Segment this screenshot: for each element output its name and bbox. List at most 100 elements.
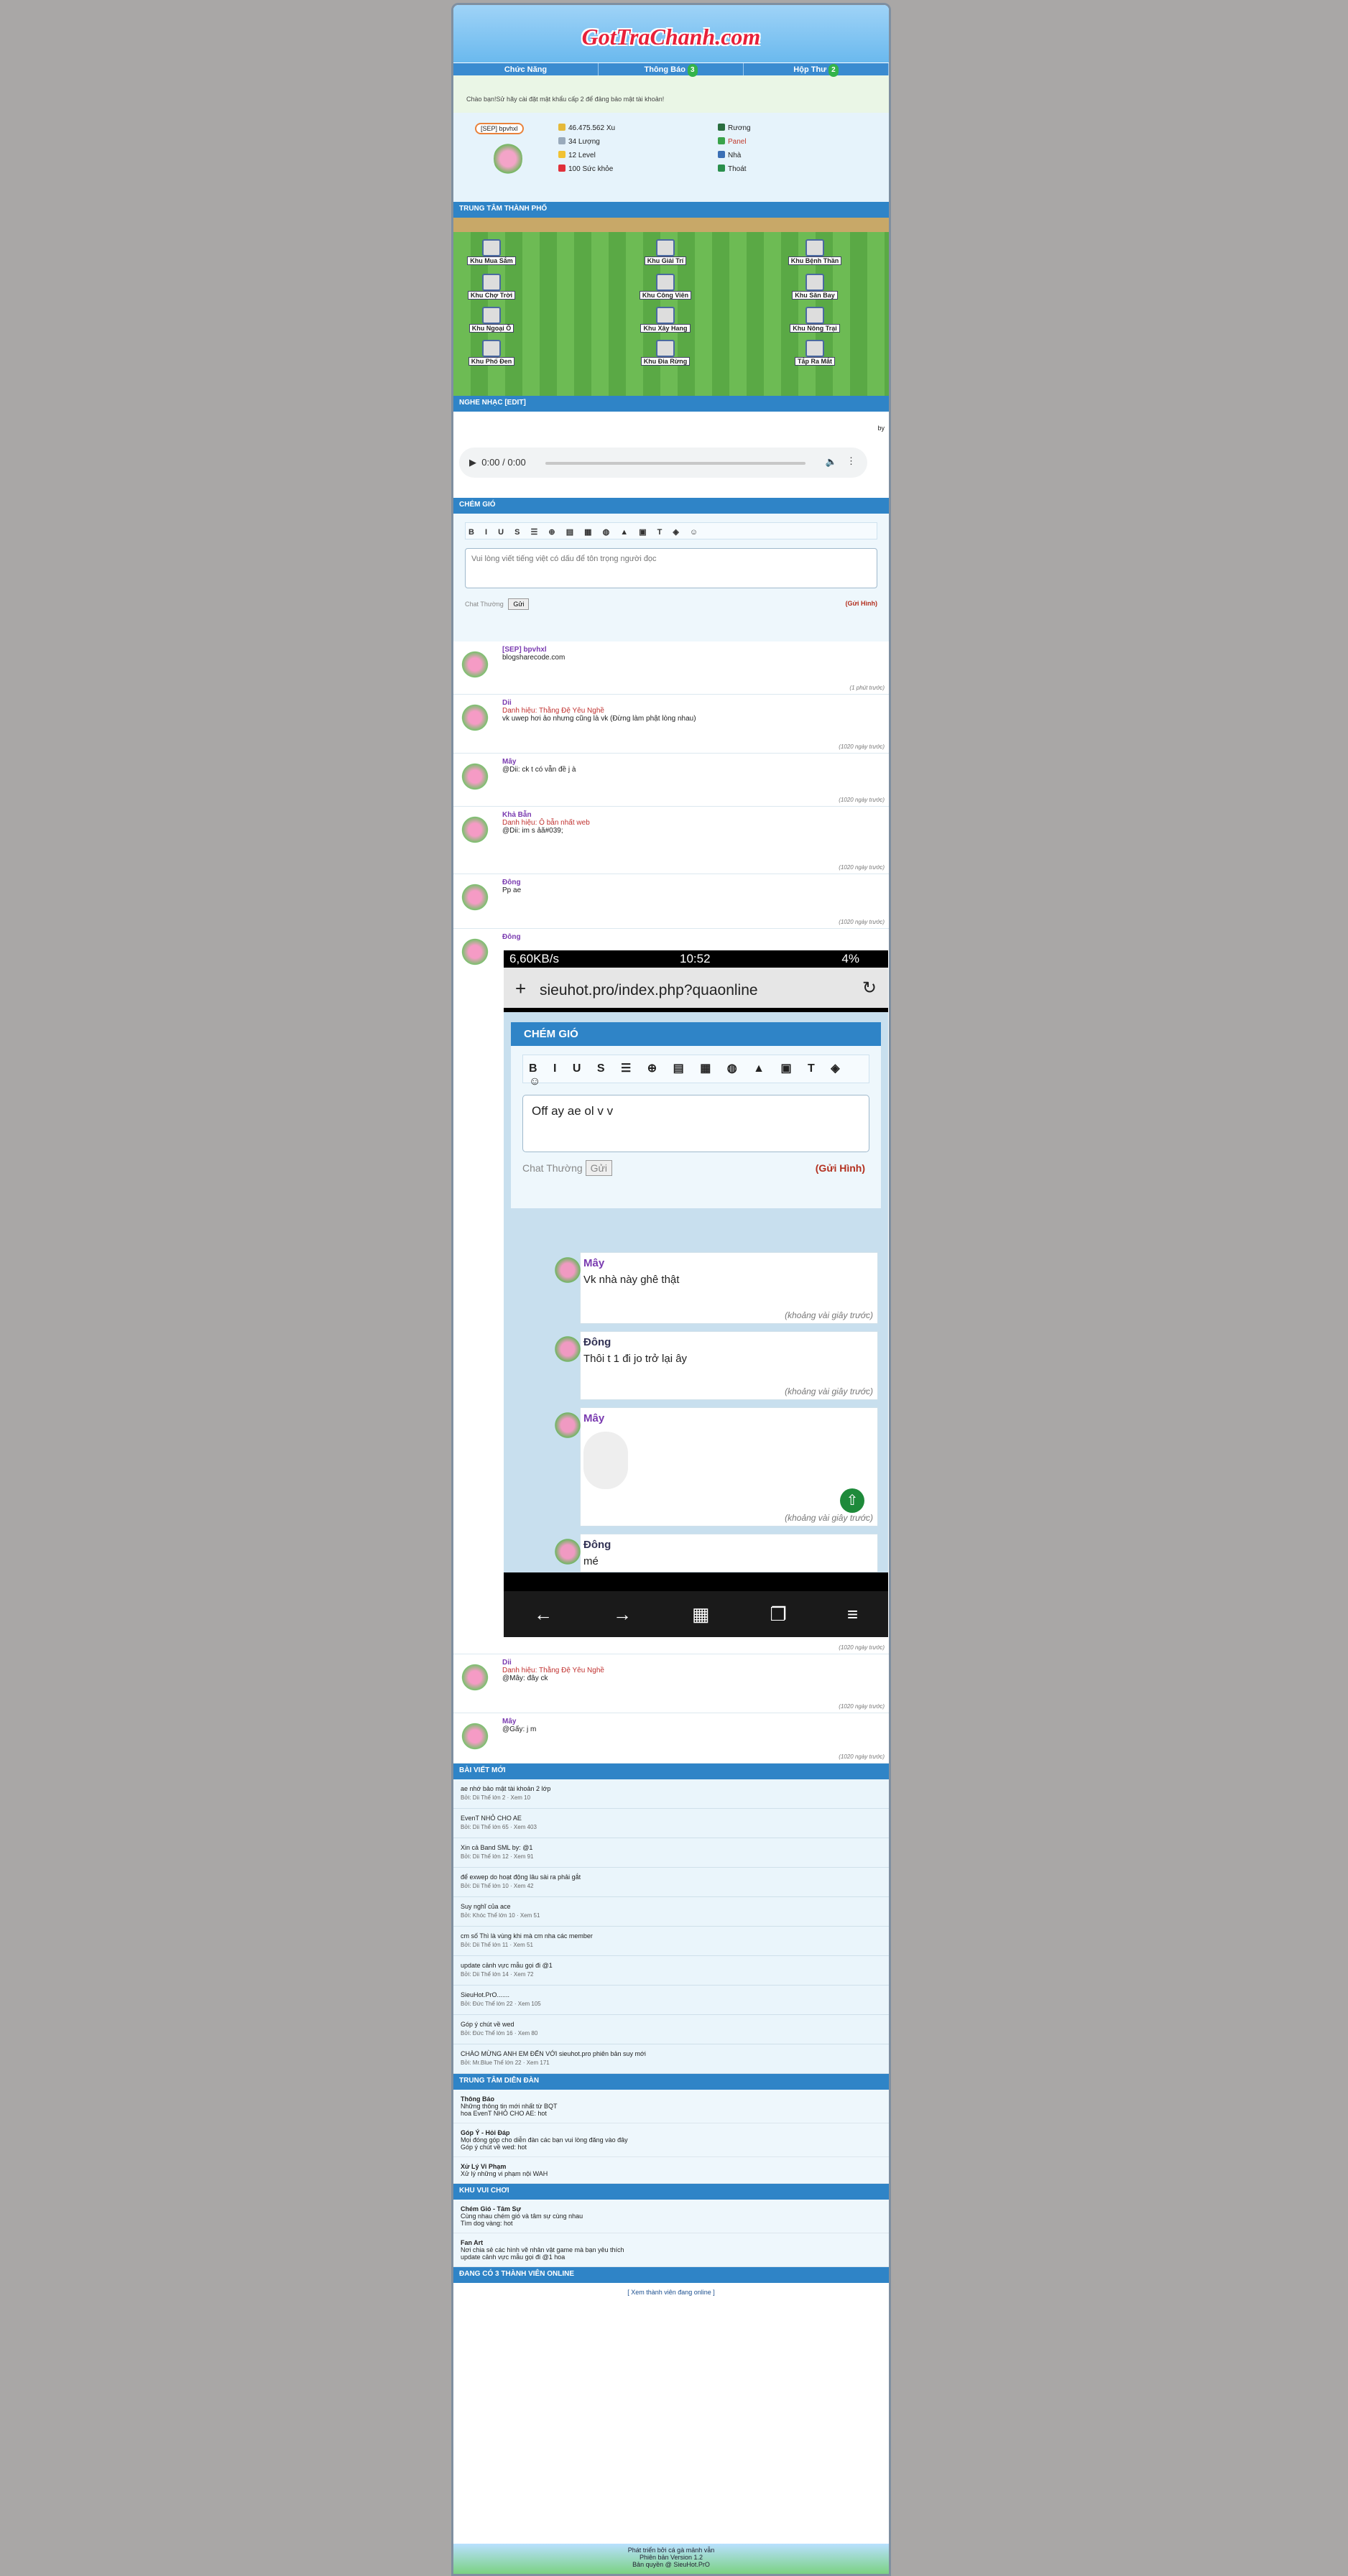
post-item[interactable]: Góp ý chút về wed Bởi: Đức Thể lớn 16 · X… (453, 2015, 889, 2044)
message-text: vk uwep hơi ảo nhưng cũng là vk (Đừng là… (502, 715, 696, 723)
forum-row[interactable]: Góp Ý - Hỏi Đáp Mọi đóng góp cho diễn đàn… (453, 2123, 889, 2157)
city-map: Khu Mua Sắm Khu Giải Trí Khu Bệnh Thần K… (453, 218, 889, 396)
building-hospital[interactable]: Khu Bệnh Thần (784, 239, 846, 265)
avatar[interactable] (461, 1720, 489, 1752)
security-notice[interactable]: Chào bạn!Sử hãy cài đặt mật khẩu cấp 2 đ… (453, 75, 889, 113)
message-text: @Dii: im s ảã#039; (502, 827, 563, 835)
chat-message: Mây @Dii: ck t có vẫn đề j à (1020 ngày tr… (453, 754, 889, 807)
play-icon[interactable]: ▶ (469, 457, 476, 468)
more-icon[interactable]: ⋮ (846, 455, 856, 467)
phone-battery: 4% (841, 952, 859, 965)
forum-row[interactable]: Thông Báo Những thông tin mới nhất từ BQT… (453, 2090, 889, 2123)
online-members-link[interactable]: [ Xem thành viên đang online ] (453, 2283, 889, 2302)
building-suburb[interactable]: Khu Ngoại Ô (461, 307, 522, 333)
phone-chat-message: Mây Vk nhà này ghê thật (khoảng vài giây t… (555, 1252, 878, 1324)
building-entertainment[interactable]: Khu Giải Trí (634, 239, 696, 265)
city-section-header: TRUNG TÂM THÀNH PHỐ (453, 202, 889, 218)
chest-link[interactable]: Rương (718, 121, 751, 135)
user-tag[interactable]: [SEP] bpvhxl (475, 123, 524, 134)
phone-url: sieuhot.pro/index.php?quaonline (540, 982, 758, 999)
building-flea-market[interactable]: Khu Chợ Trời (461, 274, 522, 300)
plus-icon: + (515, 978, 527, 999)
building-dark-street[interactable]: Khu Phố Đen (461, 340, 522, 366)
sender-name[interactable]: Mây (502, 1718, 889, 1725)
phone-status-bar: 6,60KB/s 10:52 4% (504, 950, 888, 968)
sender-name[interactable]: Dii (502, 1659, 889, 1667)
sender-name[interactable]: [SEP] bpvhxl (502, 646, 889, 654)
post-item[interactable]: ae nhớ bảo mật tài khoản 2 lớp Bởi: Dii T… (453, 1779, 889, 1809)
message-text: Pp ae (502, 886, 522, 894)
message-time: (1020 ngày trước) (839, 864, 885, 871)
nav-inbox[interactable]: Hộp Thư 2 (744, 63, 889, 77)
meme-face-image (583, 1432, 628, 1489)
post-item[interactable]: CHÀO MỪNG ANH EM ĐẾN VỚI sieuhot.pro phi… (453, 2044, 889, 2074)
panel-link[interactable]: Panel (718, 135, 751, 149)
page-container: GotTraChanh.com Chức Năng Thông Báo 3 Hộp… (451, 3, 891, 2576)
chat-section-header: CHÉM GIÓ (453, 498, 889, 514)
nav-functions[interactable]: Chức Năng (453, 63, 599, 75)
phone-format-toolbar: B I U S ☰ ⊕ ▤ ▦ ◍ ▲ ▣ T ◈ ☺ (522, 1055, 869, 1088)
phone-chat-message: Mây (khoảng vài giây trước) ⇧ (555, 1407, 878, 1526)
forum-row[interactable]: Chém Gió - Tâm Sự Cùng nhau chém gió và t… (453, 2200, 889, 2233)
avatar[interactable] (461, 702, 489, 733)
phone-nav-bar: ← → ▦ ❐ ≡ (504, 1591, 888, 1637)
avatar[interactable] (461, 881, 489, 913)
phone-chat-input: Off ay ae ol v v (522, 1095, 869, 1152)
avatar[interactable] (461, 936, 489, 968)
forum-row[interactable]: Fan Art Nơi chia sẻ các hình vẽ nhân vật … (453, 2233, 889, 2267)
chat-mode[interactable]: Chat Thường (465, 601, 504, 608)
building-forest[interactable]: Khu Đia Rừng (634, 340, 696, 366)
building-farm[interactable]: Khu Nông Trại (784, 307, 846, 333)
sender-title: Danh hiệu: Ô bẫn nhất web (502, 819, 590, 827)
home-link[interactable]: Nhà (718, 149, 751, 162)
music-by: by (877, 425, 885, 432)
logout-icon (718, 165, 725, 172)
avatar (555, 1335, 581, 1363)
post-item[interactable]: Suy nghĩ của ace Bởi: Khóc Thể lớn 10 · X… (453, 1897, 889, 1927)
chat-input[interactable] (465, 548, 877, 588)
post-item[interactable]: cm số Thì là vùng khi mà cm nha các memb… (453, 1927, 889, 1956)
building-airport[interactable]: Khu Săn Bay (784, 274, 846, 300)
chat-message: [SEP] bpvhxl blogsharecode.com (1 phút trư… (453, 641, 889, 695)
send-image-link[interactable]: (Gửi Hình) (845, 600, 877, 607)
avatar[interactable] (461, 814, 489, 845)
audio-time: 0:00 / 0:00 (481, 457, 526, 468)
send-button[interactable]: Gửi (508, 598, 530, 610)
chat-message: Dii Danh hiệu: Thằng Đệ Yêu Nghề vk uwep h… (453, 695, 889, 754)
building-shopping[interactable]: Khu Mua Sắm (461, 239, 522, 265)
chat-message: Mây @Gấy: j m (1020 ngày trước) (453, 1713, 889, 1764)
post-item[interactable]: Xin cả Band SML by: @1 Bởi: Dii Thể lớn 1… (453, 1838, 889, 1868)
sender-name[interactable]: Khả Bẫn (502, 811, 889, 819)
avatar[interactable] (461, 1662, 489, 1693)
sender-title: Danh hiệu: Thằng Đệ Yêu Nghề (502, 1667, 604, 1674)
building-cave[interactable]: Khu Xây Hang (634, 307, 696, 333)
format-toolbar[interactable]: B I U S ☰ ⊕ ▤ ▦ ◍ ▲ ▣ T ◈ ☺ (465, 522, 877, 539)
message-text: blogsharecode.com (502, 654, 565, 662)
fun-zone-header: KHU VUI CHƠI (453, 2184, 889, 2200)
sender-name[interactable]: Đông (502, 879, 889, 886)
avatar[interactable] (461, 761, 489, 792)
sender-name[interactable]: Đông (502, 933, 889, 941)
nav-notifications[interactable]: Thông Báo 3 (599, 63, 744, 77)
tabs-icon: ❐ (770, 1603, 787, 1625)
post-item[interactable]: update cảnh vực mẫu gọi đi @1 Bởi: Dii Th… (453, 1956, 889, 1986)
chat-message: Dii Danh hiệu: Thằng Đệ Yêu Nghề @Mây: đây… (453, 1654, 889, 1713)
avatar (555, 1411, 581, 1440)
audio-seek-bar[interactable] (545, 462, 805, 465)
user-links: Rương Panel Nhà Thoát (718, 121, 751, 176)
sender-name[interactable]: Dii (502, 699, 889, 707)
post-item[interactable]: EvenT NHỎ CHO AE Bởi: Dii Thể lớn 65 · Xe… (453, 1809, 889, 1838)
building-park[interactable]: Khu Công Viên (634, 274, 696, 300)
heart-icon (558, 165, 565, 172)
avatar[interactable] (461, 649, 489, 680)
site-logo[interactable]: GotTraChanh.com (453, 24, 889, 50)
sender-name[interactable]: Mây (502, 758, 889, 766)
post-item[interactable]: SieuHot.PrO....... Bởi: Đức Thể lớn 22 · … (453, 1986, 889, 2015)
volume-icon[interactable]: 🔈 (826, 456, 837, 468)
building-launch[interactable]: Tắp Ra Mắt (784, 340, 846, 366)
audio-player[interactable]: ▶ 0:00 / 0:00 🔈 ⋮ (459, 448, 867, 478)
post-item[interactable]: để exwep do hoạt động lâu sài ra phải gắ… (453, 1868, 889, 1897)
forum-row[interactable]: Xử Lý Vi Phạm Xử lý những vi phạm nội WAH (453, 2157, 889, 2184)
phone-screenshot-image: 6,60KB/s 10:52 4% + sieuhot.pro/index.ph… (504, 950, 888, 1637)
logout-link[interactable]: Thoát (718, 162, 751, 176)
